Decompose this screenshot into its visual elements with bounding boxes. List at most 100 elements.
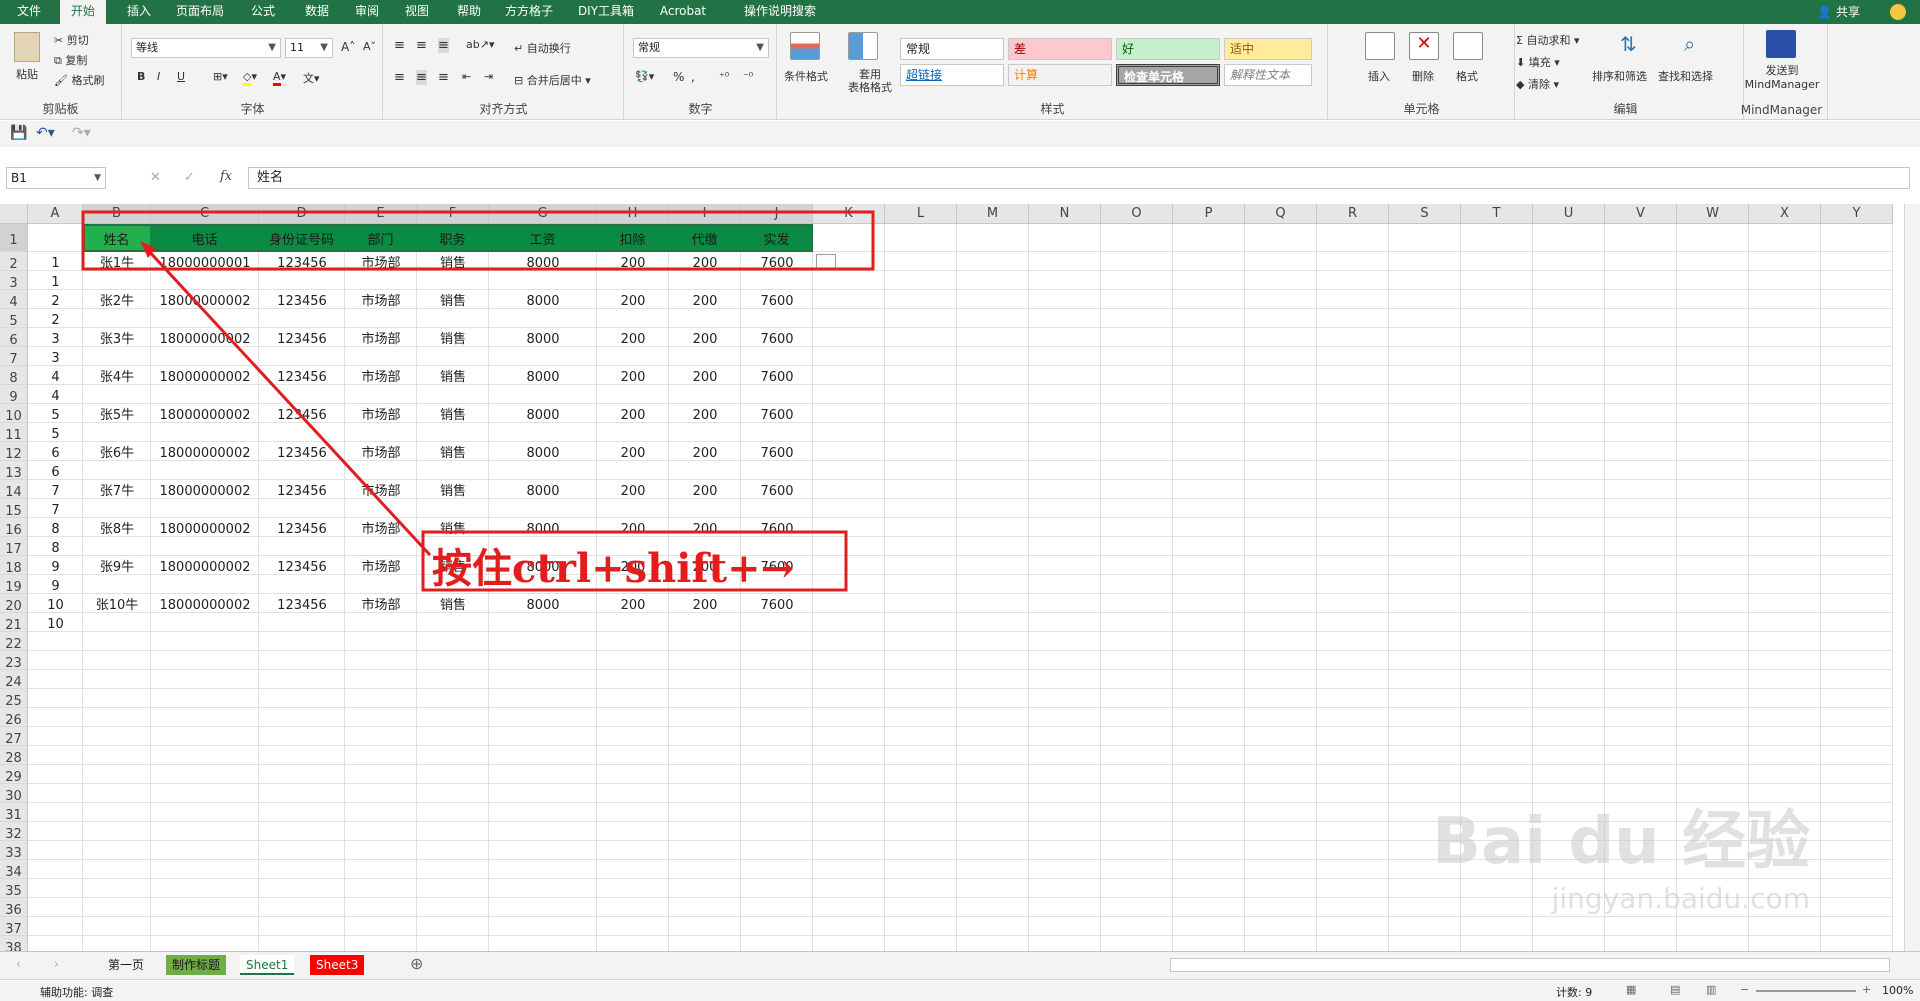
cell[interactable] (813, 499, 885, 518)
cell[interactable] (1677, 271, 1749, 290)
cell[interactable] (597, 309, 669, 328)
cell[interactable] (741, 670, 813, 689)
cell[interactable] (885, 404, 957, 423)
cell[interactable] (259, 347, 345, 366)
cell[interactable] (1101, 917, 1173, 936)
cell[interactable] (885, 366, 957, 385)
accessibility-status[interactable]: 辅助功能: 调查 (40, 984, 113, 1000)
cell[interactable] (1749, 518, 1821, 537)
cell[interactable] (1677, 252, 1749, 271)
cell[interactable] (885, 917, 957, 936)
cell[interactable] (1101, 366, 1173, 385)
cell[interactable] (417, 461, 489, 480)
cell-value[interactable]: 销售 (417, 518, 489, 537)
format-painter-button[interactable]: 🖌 格式刷 (54, 72, 104, 88)
cell-value[interactable]: 市场部 (345, 290, 417, 309)
cell[interactable] (813, 765, 885, 784)
cell[interactable] (1317, 518, 1389, 537)
row-header[interactable]: 2 (0, 252, 28, 272)
cell[interactable] (1389, 480, 1461, 499)
font-color-icon[interactable]: A▾ (273, 70, 286, 86)
cell[interactable] (1245, 404, 1317, 423)
cell[interactable] (28, 860, 83, 879)
cell[interactable] (597, 670, 669, 689)
cell-value[interactable]: 18000000002 (151, 366, 259, 385)
cell[interactable] (489, 461, 597, 480)
cell[interactable] (1173, 594, 1245, 613)
cell[interactable] (1173, 803, 1245, 822)
cell[interactable] (1389, 328, 1461, 347)
cell[interactable] (83, 860, 151, 879)
accounting-icon[interactable]: 💱▾ (635, 70, 654, 83)
row-header[interactable]: 24 (0, 670, 28, 690)
cell[interactable] (1605, 499, 1677, 518)
cell[interactable] (885, 936, 957, 951)
cell[interactable] (83, 575, 151, 594)
cell[interactable] (957, 556, 1029, 575)
cell[interactable] (417, 803, 489, 822)
cell-value[interactable]: 8 (28, 537, 83, 556)
cell[interactable] (1317, 670, 1389, 689)
cell[interactable] (1317, 936, 1389, 951)
cell-value[interactable]: 市场部 (345, 556, 417, 575)
cell[interactable] (28, 936, 83, 951)
cell[interactable] (1317, 556, 1389, 575)
cell[interactable] (1029, 575, 1101, 594)
cell[interactable] (1101, 822, 1173, 841)
cell[interactable] (1317, 423, 1389, 442)
cell[interactable] (1389, 632, 1461, 651)
name-box[interactable]: B1 ▼ (6, 167, 106, 189)
cell[interactable] (1173, 575, 1245, 594)
cell[interactable] (885, 271, 957, 290)
cell[interactable] (151, 575, 259, 594)
cell[interactable] (1461, 632, 1533, 651)
cell[interactable] (1533, 309, 1605, 328)
cell[interactable] (1317, 689, 1389, 708)
find-select-button[interactable]: 查找和选择 (1658, 68, 1713, 84)
row-header[interactable]: 34 (0, 860, 28, 880)
cell[interactable] (1749, 632, 1821, 651)
cell[interactable] (1677, 575, 1749, 594)
cell-value[interactable]: 18000000002 (151, 594, 259, 613)
cell[interactable] (1173, 499, 1245, 518)
cell[interactable] (83, 784, 151, 803)
cell[interactable] (1029, 461, 1101, 480)
cell[interactable] (669, 727, 741, 746)
cell[interactable] (1821, 328, 1893, 347)
cell[interactable] (885, 898, 957, 917)
vertical-scrollbar[interactable] (1904, 204, 1920, 951)
cell[interactable] (345, 689, 417, 708)
cell[interactable] (1605, 613, 1677, 632)
cell[interactable] (957, 366, 1029, 385)
cell[interactable] (1605, 423, 1677, 442)
cell[interactable] (1821, 670, 1893, 689)
column-header[interactable]: S (1389, 204, 1461, 224)
cell[interactable] (489, 499, 597, 518)
column-header[interactable]: X (1749, 204, 1821, 224)
cell[interactable] (1101, 518, 1173, 537)
cell[interactable] (1389, 594, 1461, 613)
cell[interactable] (1389, 385, 1461, 404)
cell[interactable] (813, 784, 885, 803)
cell[interactable] (1749, 461, 1821, 480)
cell[interactable] (1029, 708, 1101, 727)
cell[interactable] (1677, 727, 1749, 746)
cell[interactable] (669, 898, 741, 917)
cell[interactable] (741, 746, 813, 765)
cell[interactable] (1533, 461, 1605, 480)
cell[interactable] (1677, 556, 1749, 575)
cell[interactable] (1461, 309, 1533, 328)
cell[interactable] (28, 651, 83, 670)
cell[interactable] (151, 651, 259, 670)
cell[interactable] (1677, 423, 1749, 442)
cell[interactable] (1101, 309, 1173, 328)
cell[interactable] (1029, 803, 1101, 822)
cell[interactable] (1245, 224, 1317, 252)
cell[interactable] (1317, 917, 1389, 936)
cell[interactable] (1101, 784, 1173, 803)
cell[interactable] (1749, 404, 1821, 423)
cell-value[interactable]: 7600 (741, 442, 813, 461)
row-header[interactable]: 25 (0, 689, 28, 709)
cell-value[interactable]: 张1牛 (83, 252, 151, 271)
cell[interactable] (489, 746, 597, 765)
